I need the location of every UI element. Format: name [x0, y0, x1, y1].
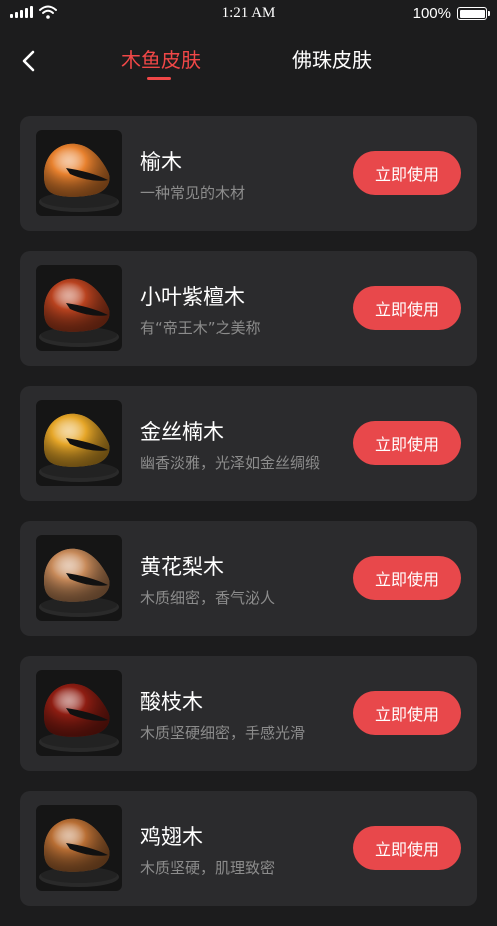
muyu-image	[36, 535, 122, 621]
use-now-button[interactable]: 立即使用	[353, 691, 461, 735]
muyu-image	[36, 670, 122, 756]
skin-description: 木质坚硬，肌理致密	[140, 859, 276, 877]
muyu-image	[36, 265, 122, 351]
muyu-image	[36, 400, 122, 486]
skin-card: 小叶紫檀木 有“帝王木”之美称 立即使用	[20, 251, 477, 366]
skin-description: 一种常见的木材	[140, 184, 246, 202]
skin-description: 木质细密，香气泌人	[140, 589, 276, 607]
chevron-left-icon[interactable]	[14, 46, 44, 76]
skin-name: 榆木	[140, 150, 182, 174]
skin-card: 金丝楠木 幽香淡雅，光泽如金丝绸缎 立即使用	[20, 386, 477, 501]
skin-card: 黄花梨木 木质细密，香气泌人 立即使用	[20, 521, 477, 636]
status-bar: 1:21 AM 100%	[0, 0, 497, 28]
skin-description: 有“帝王木”之美称	[140, 319, 261, 337]
use-now-button[interactable]: 立即使用	[353, 556, 461, 600]
skin-name: 鸡翅木	[140, 825, 203, 849]
tab-beads-skin[interactable]: 佛珠皮肤	[292, 44, 372, 73]
skin-name: 金丝楠木	[140, 420, 224, 444]
use-now-button[interactable]: 立即使用	[353, 421, 461, 465]
skin-name: 酸枝木	[140, 690, 203, 714]
nav-bar: 木鱼皮肤 佛珠皮肤	[0, 28, 497, 88]
skin-card: 酸枝木 木质坚硬细密，手感光滑 立即使用	[20, 656, 477, 771]
skin-description: 木质坚硬细密，手感光滑	[140, 724, 306, 742]
use-now-button[interactable]: 立即使用	[353, 826, 461, 870]
tab-active-indicator	[147, 77, 171, 80]
use-now-button[interactable]: 立即使用	[353, 151, 461, 195]
status-right: 100%	[412, 5, 490, 22]
skin-name: 黄花梨木	[140, 555, 224, 579]
skin-description: 幽香淡雅，光泽如金丝绸缎	[140, 454, 321, 472]
battery-icon	[457, 7, 490, 20]
use-now-button[interactable]: 立即使用	[353, 286, 461, 330]
skin-card: 榆木 一种常见的木材 立即使用	[20, 116, 477, 231]
tab-muyu-skin[interactable]: 木鱼皮肤	[121, 44, 201, 73]
muyu-image	[36, 805, 122, 891]
skin-card: 鸡翅木 木质坚硬，肌理致密 立即使用	[20, 791, 477, 906]
muyu-image	[36, 130, 122, 216]
battery-percent: 100%	[412, 5, 451, 22]
skin-list: 榆木 一种常见的木材 立即使用 小叶紫檀木 有“帝王木”之美称 立即使用 金丝楠…	[20, 116, 477, 926]
skin-name: 小叶紫檀木	[140, 285, 245, 309]
